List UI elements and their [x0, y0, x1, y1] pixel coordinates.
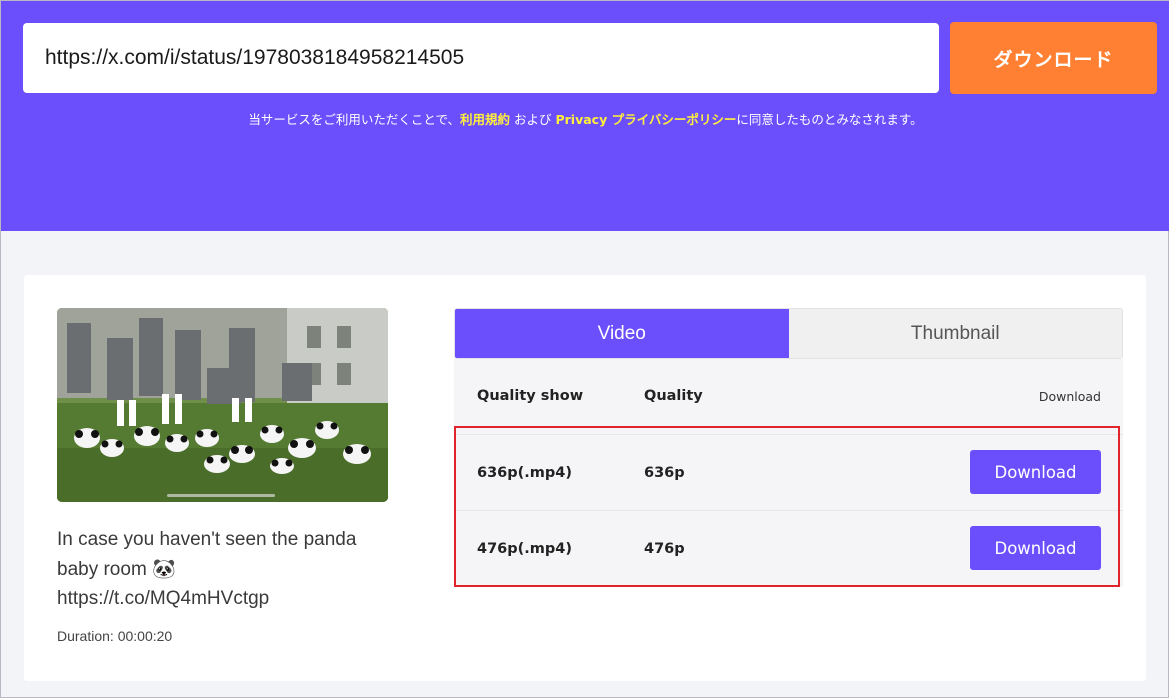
url-input[interactable] — [23, 23, 939, 93]
header-quality: Quality — [644, 388, 703, 404]
header-quality-show: Quality show — [477, 388, 584, 404]
result-tabs: Video Thumbnail — [454, 308, 1123, 359]
terms-suffix: に同意したものとみなされます。 — [736, 112, 923, 127]
row-quality: 636p — [644, 465, 685, 481]
row-quality: 476p — [644, 541, 685, 557]
row-quality-show: 636p(.mp4) — [477, 465, 572, 481]
video-thumbnail[interactable] — [57, 308, 388, 502]
download-submit-button[interactable]: ダウンロード — [950, 22, 1157, 94]
download-636p-button[interactable]: Download — [970, 450, 1101, 494]
tab-thumbnail[interactable]: Thumbnail — [788, 309, 1122, 358]
header-download: Download — [1038, 389, 1101, 404]
video-duration: Duration: 00:00:20 — [57, 628, 173, 644]
hero-banner: ダウンロード 当サービスをご利用いただくことで、利用規約 および Privacy… — [1, 1, 1169, 231]
video-thumbnail-image — [57, 308, 388, 502]
terms-mid: および — [510, 112, 556, 127]
download-476p-button[interactable]: Download — [970, 526, 1101, 570]
terms-notice: 当サービスをご利用いただくことで、利用規約 および Privacy プライバシー… — [1, 109, 1169, 128]
tweet-text: In case you haven't seen the panda baby … — [57, 529, 357, 609]
result-card: In case you haven't seen the panda baby … — [24, 275, 1146, 681]
row-quality-show: 476p(.mp4) — [477, 541, 572, 557]
terms-of-service-link[interactable]: 利用規約 — [460, 112, 510, 127]
terms-prefix: 当サービスをご利用いただくことで、 — [248, 112, 461, 127]
table-header-row: Quality show Quality Download — [454, 359, 1123, 435]
table-row: 476p(.mp4) 476p Download — [454, 511, 1123, 587]
table-row: 636p(.mp4) 636p Download — [454, 435, 1123, 511]
quality-table: Quality show Quality Download 636p(.mp4)… — [454, 359, 1123, 587]
tab-video[interactable]: Video — [455, 309, 789, 358]
privacy-policy-link[interactable]: Privacy プライバシーポリシー — [555, 112, 736, 127]
